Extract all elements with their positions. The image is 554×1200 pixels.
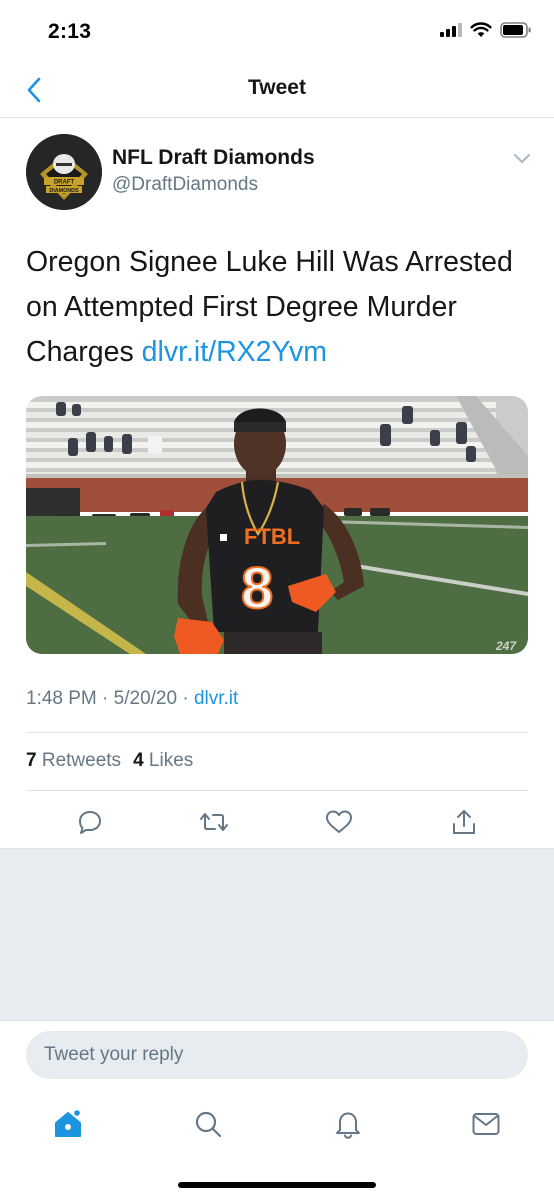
- replies-area: [0, 848, 554, 1020]
- retweets-label: Retweets: [41, 750, 122, 771]
- like-icon: [326, 810, 352, 833]
- tweet-source-link[interactable]: dlvr.it: [194, 688, 238, 709]
- tweet-timestamp: 1:48 PM · 5/20/20 · dlvr.it: [26, 688, 238, 710]
- retweet-icon: [200, 813, 228, 831]
- notifications-icon: [336, 1112, 360, 1139]
- tab-search[interactable]: [188, 1104, 228, 1144]
- status-bar: 2:13: [0, 0, 554, 66]
- avatar[interactable]: DRAFT DIAMONDS: [26, 134, 102, 210]
- reply-input[interactable]: [26, 1031, 528, 1079]
- wifi-icon: [470, 22, 492, 37]
- home-indicator: [178, 1182, 376, 1188]
- logo-text-top: DRAFT: [54, 180, 75, 186]
- share-button[interactable]: [446, 804, 482, 840]
- likes-count: 4: [133, 750, 144, 771]
- retweets-stat[interactable]: 7 Retweets: [26, 750, 121, 772]
- draft-diamonds-logo: DRAFT DIAMONDS: [26, 134, 102, 210]
- jersey-number: 8: [241, 556, 273, 621]
- battery-icon: [500, 22, 531, 38]
- divider: [26, 732, 528, 733]
- status-icons: [440, 22, 532, 38]
- reply-icon: [79, 811, 101, 834]
- tab-home[interactable]: [48, 1104, 88, 1144]
- cellular-signal-icon: [440, 23, 462, 37]
- tab-bar: [0, 1090, 554, 1200]
- tweet-date: 5/20/20: [113, 688, 178, 709]
- nav-bar: Tweet: [0, 66, 554, 118]
- like-button[interactable]: [321, 804, 357, 840]
- football-player-photo: FTBL 8 247: [26, 396, 528, 654]
- messages-icon: [472, 1113, 500, 1135]
- share-icon: [453, 810, 475, 834]
- chevron-down-icon: [514, 153, 530, 163]
- tweet-stats: 7 Retweets 4 Likes: [26, 750, 193, 772]
- tweet-time: 1:48 PM: [26, 688, 97, 709]
- photo-watermark: 247: [495, 639, 517, 653]
- tweet-text: Oregon Signee Luke Hill Was Arrested on …: [26, 240, 534, 375]
- reply-bar: [0, 1020, 554, 1090]
- retweets-count: 7: [26, 750, 37, 771]
- reply-button[interactable]: [72, 804, 108, 840]
- retweet-button[interactable]: [196, 804, 232, 840]
- meta-separator: ·: [102, 688, 109, 709]
- page-title: Tweet: [248, 76, 306, 99]
- tweet-options-button[interactable]: [510, 148, 534, 168]
- tab-notifications[interactable]: [328, 1104, 368, 1144]
- status-time: 2:13: [48, 20, 92, 43]
- jersey-text: FTBL: [244, 524, 300, 549]
- tweet-actions: [0, 804, 554, 840]
- likes-stat[interactable]: 4 Likes: [133, 750, 193, 772]
- likes-label: Likes: [148, 750, 194, 771]
- tweet-link[interactable]: dlvr.it/RX2Yvm: [142, 336, 327, 368]
- divider: [26, 790, 528, 791]
- tab-messages[interactable]: [466, 1104, 506, 1144]
- home-icon: [55, 1108, 82, 1137]
- search-icon: [195, 1111, 222, 1138]
- meta-separator: ·: [182, 688, 189, 709]
- author-handle[interactable]: @DraftDiamonds: [112, 174, 258, 196]
- tweet-photo[interactable]: FTBL 8 247: [26, 396, 528, 654]
- logo-text-bottom: DIAMONDS: [49, 188, 79, 194]
- author-name[interactable]: NFL Draft Diamonds: [112, 146, 315, 170]
